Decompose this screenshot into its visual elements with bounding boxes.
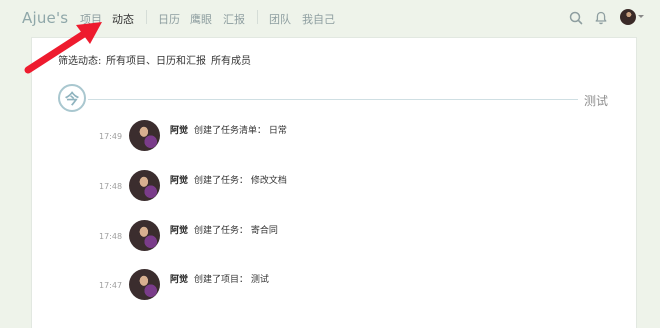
nav-hawkeye[interactable]: 鹰眼 [190,11,212,27]
today-badge: 今 [58,84,86,112]
annotation-arrow-icon [24,22,102,74]
activity-text[interactable]: 创建了任务： 修改文档 [194,173,287,186]
actor-name[interactable]: 阿觉 [170,123,188,136]
nav-calendar[interactable]: 日历 [158,11,180,27]
filter-members-dropdown[interactable]: 所有成员 [211,52,251,67]
actor-name[interactable]: 阿觉 [170,272,188,285]
chevron-down-icon[interactable] [638,15,644,18]
actor-name[interactable]: 阿觉 [170,173,188,186]
actor-avatar[interactable] [129,170,160,201]
actor-avatar[interactable] [129,220,160,251]
activity-item: 17:49 阿觉 创建了任务清单： 日常 [0,120,660,152]
search-icon[interactable] [568,10,584,26]
timeline-line [88,99,578,100]
today-badge-label: 今 [65,92,79,108]
activity-item: 17:48 阿觉 创建了任务： 寄合同 [0,220,660,252]
actor-avatar[interactable] [129,120,160,151]
filter-scope-dropdown[interactable]: 所有项目、日历和汇报 [106,52,206,67]
activity-time: 17:47 [99,281,123,290]
actor-name[interactable]: 阿觉 [170,223,188,236]
activity-item: 17:48 阿觉 创建了任务： 修改文档 [0,170,660,202]
user-avatar[interactable] [620,9,636,25]
nav-reports[interactable]: 汇报 [223,11,245,27]
activity-time: 17:48 [99,232,123,241]
activity-item: 17:47 阿觉 创建了项目： 测试 [0,269,660,301]
activity-time: 17:49 [99,132,123,141]
activity-text[interactable]: 创建了项目： 测试 [194,272,269,285]
activity-text[interactable]: 创建了任务： 寄合同 [194,223,278,236]
nav-me[interactable]: 我自己 [302,11,335,27]
activity-text[interactable]: 创建了任务清单： 日常 [194,123,287,136]
activity-time: 17:48 [99,182,123,191]
nav-team[interactable]: 团队 [269,11,291,27]
nav-divider [146,10,147,24]
actor-avatar[interactable] [129,269,160,300]
nav-divider [257,10,258,24]
timeline-project-title[interactable]: 测试 [584,92,608,109]
bell-icon[interactable] [593,10,609,26]
